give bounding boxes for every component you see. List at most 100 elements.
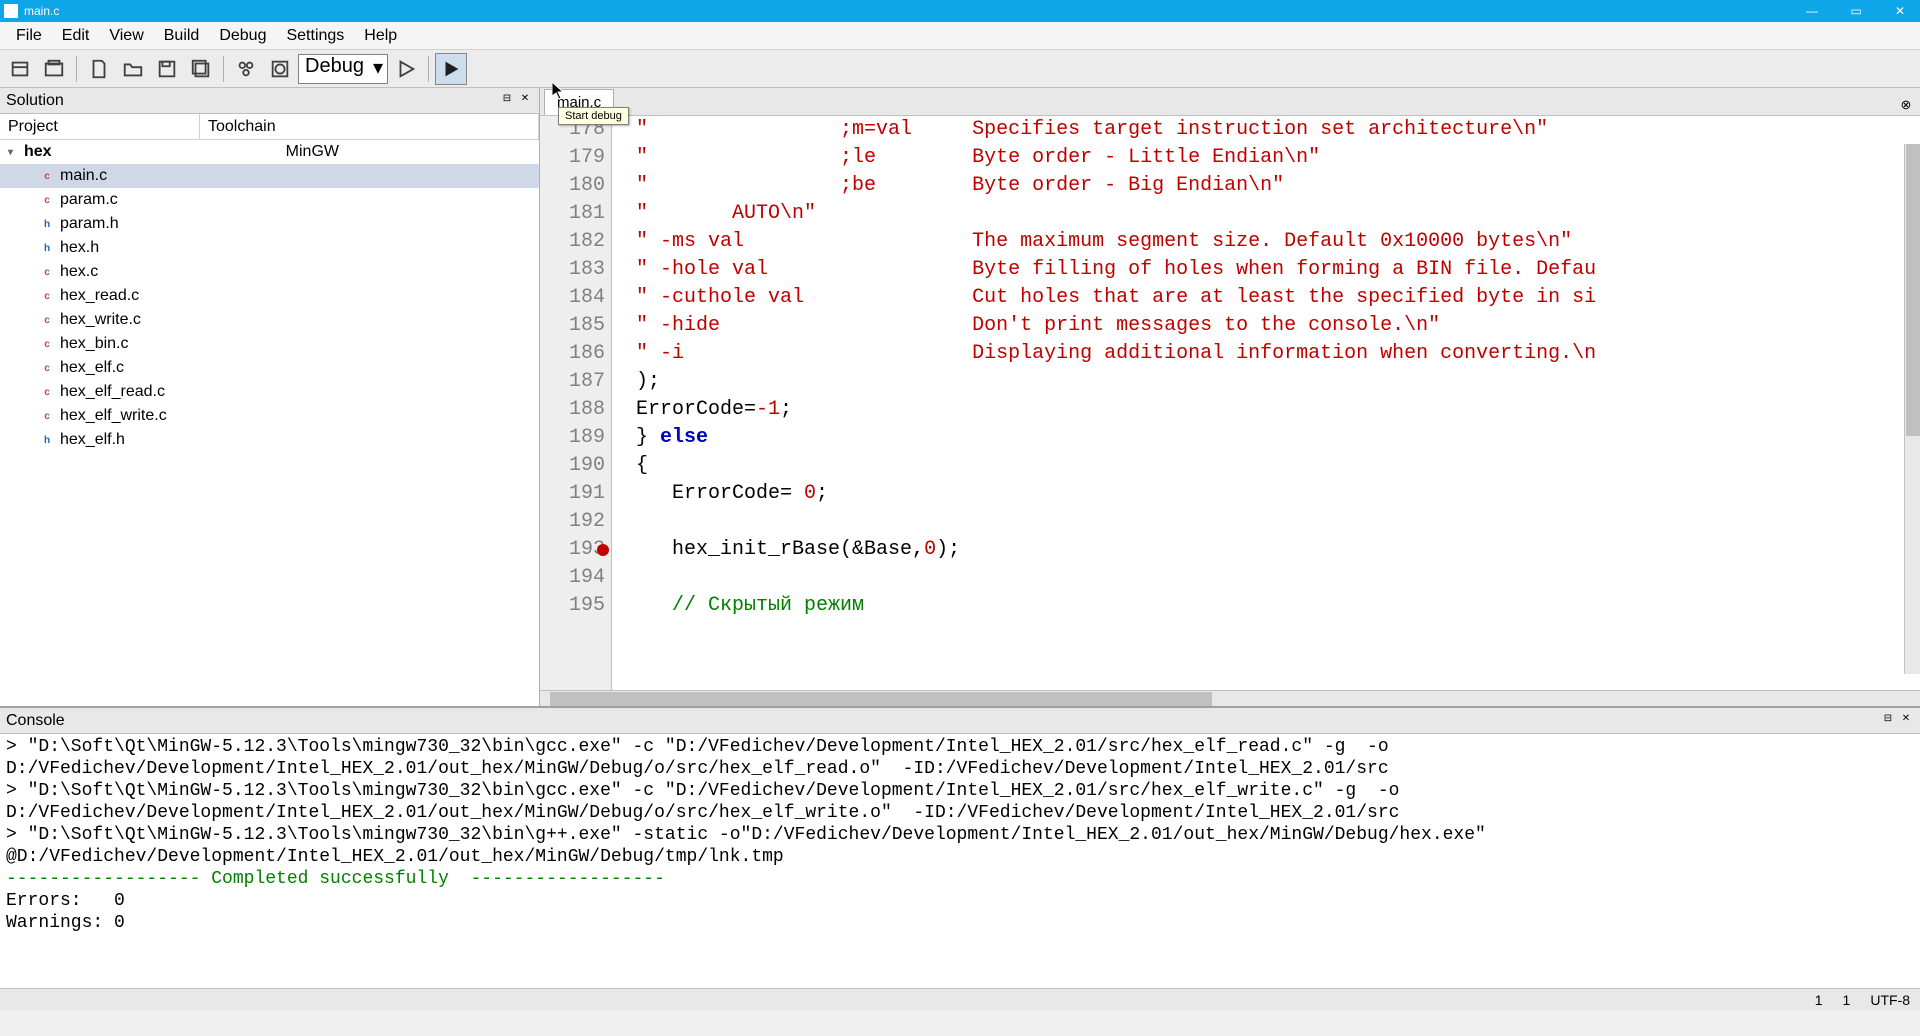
code-line[interactable]: ErrorCode=-1; bbox=[612, 396, 1920, 424]
save-button[interactable] bbox=[151, 53, 183, 85]
line-number[interactable]: 194 bbox=[540, 564, 605, 592]
line-number[interactable]: 188 bbox=[540, 396, 605, 424]
file-hex_bin-c[interactable]: chex_bin.c bbox=[0, 332, 539, 356]
code-lines[interactable]: " ;m=val Specifies target instruction se… bbox=[612, 116, 1920, 690]
breakpoint-icon[interactable] bbox=[597, 544, 609, 556]
line-number[interactable]: 192 bbox=[540, 508, 605, 536]
line-gutter[interactable]: 1781791801811821831841851861871881891901… bbox=[540, 116, 612, 690]
code-line[interactable]: // Скрытый режим bbox=[612, 592, 1920, 620]
code-view[interactable]: 1781791801811821831841851861871881891901… bbox=[540, 116, 1920, 690]
code-line[interactable]: " ;be Byte order - Big Endian\n" bbox=[612, 172, 1920, 200]
line-number[interactable]: 185 bbox=[540, 312, 605, 340]
file-hex_read-c[interactable]: chex_read.c bbox=[0, 284, 539, 308]
menu-build[interactable]: Build bbox=[154, 23, 210, 49]
code-line[interactable]: " -hide Don't print messages to the cons… bbox=[612, 312, 1920, 340]
project-root[interactable]: ▾ hex MinGW bbox=[0, 140, 539, 164]
file-hex_elf_write-c[interactable]: chex_elf_write.c bbox=[0, 404, 539, 428]
code-line[interactable]: " ;m=val Specifies target instruction se… bbox=[612, 116, 1920, 144]
code-line[interactable]: " -hole val Byte filling of holes when f… bbox=[612, 256, 1920, 284]
column-project[interactable]: Project bbox=[0, 114, 200, 139]
code-line[interactable]: ErrorCode= 0; bbox=[612, 480, 1920, 508]
file-hex_write-c[interactable]: chex_write.c bbox=[0, 308, 539, 332]
toolbar-separator bbox=[428, 56, 429, 82]
code-line[interactable] bbox=[612, 508, 1920, 536]
code-line[interactable]: ); bbox=[612, 368, 1920, 396]
line-number[interactable]: 182 bbox=[540, 228, 605, 256]
code-line[interactable]: hex_init_rBase(&Base,0); bbox=[612, 536, 1920, 564]
maximize-button[interactable]: ▭ bbox=[1840, 4, 1872, 18]
line-number[interactable]: 181 bbox=[540, 200, 605, 228]
file-hex_elf-c[interactable]: chex_elf.c bbox=[0, 356, 539, 380]
file-name: param.c bbox=[60, 191, 118, 209]
menu-edit[interactable]: Edit bbox=[52, 23, 100, 49]
new-project-button[interactable] bbox=[4, 53, 36, 85]
status-line: 1 bbox=[1815, 992, 1823, 1008]
editor-tabs: main.c ⊗ bbox=[540, 88, 1920, 116]
save-all-button[interactable] bbox=[185, 53, 217, 85]
build-button[interactable] bbox=[230, 53, 262, 85]
menu-view[interactable]: View bbox=[99, 23, 153, 49]
main-area: Solution ⊟ ✕ Project Toolchain ▾ hex Min… bbox=[0, 88, 1920, 706]
code-line[interactable]: " -cuthole val Cut holes that are at lea… bbox=[612, 284, 1920, 312]
minimize-button[interactable]: — bbox=[1796, 4, 1828, 18]
panel-close-button[interactable]: ✕ bbox=[517, 93, 533, 109]
line-number[interactable]: 186 bbox=[540, 340, 605, 368]
line-number[interactable]: 189 bbox=[540, 424, 605, 452]
start-debug-button[interactable] bbox=[435, 53, 467, 85]
line-number[interactable]: 179 bbox=[540, 144, 605, 172]
file-hex_elf_read-c[interactable]: chex_elf_read.c bbox=[0, 380, 539, 404]
console-close-button[interactable]: ✕ bbox=[1898, 713, 1914, 729]
open-file-button[interactable] bbox=[117, 53, 149, 85]
project-name: hex bbox=[24, 143, 52, 161]
close-button[interactable]: ✕ bbox=[1884, 4, 1916, 18]
panel-pin-button[interactable]: ⊟ bbox=[499, 93, 515, 109]
menu-debug[interactable]: Debug bbox=[209, 23, 276, 49]
code-line[interactable]: { bbox=[612, 452, 1920, 480]
file-name: hex.c bbox=[60, 263, 98, 281]
console-line: @D:/VFedichev/Development/Intel_HEX_2.01… bbox=[6, 846, 1914, 868]
editor-vscroll[interactable] bbox=[1904, 144, 1920, 674]
file-param-h[interactable]: hparam.h bbox=[0, 212, 539, 236]
editor-hscroll[interactable] bbox=[540, 690, 1920, 706]
run-button[interactable] bbox=[390, 53, 422, 85]
code-line[interactable] bbox=[612, 564, 1920, 592]
menu-file[interactable]: File bbox=[6, 23, 52, 49]
column-toolchain[interactable]: Toolchain bbox=[200, 114, 539, 139]
window-title: main.c bbox=[24, 4, 59, 18]
file-hex-c[interactable]: chex.c bbox=[0, 260, 539, 284]
line-number[interactable]: 187 bbox=[540, 368, 605, 396]
line-number[interactable]: 193 bbox=[540, 536, 605, 564]
rebuild-button[interactable] bbox=[264, 53, 296, 85]
build-config-select[interactable]: Debug bbox=[298, 54, 388, 84]
file-name: main.c bbox=[60, 167, 107, 185]
file-name: hex.h bbox=[60, 239, 99, 257]
c-file-icon: c bbox=[40, 409, 54, 423]
code-line[interactable]: " AUTO\n" bbox=[612, 200, 1920, 228]
solution-panel: Solution ⊟ ✕ Project Toolchain ▾ hex Min… bbox=[0, 88, 540, 706]
menu-settings[interactable]: Settings bbox=[276, 23, 354, 49]
expand-icon[interactable]: ▾ bbox=[8, 147, 20, 158]
c-file-icon: c bbox=[40, 337, 54, 351]
line-number[interactable]: 183 bbox=[540, 256, 605, 284]
file-hex_elf-h[interactable]: hhex_elf.h bbox=[0, 428, 539, 452]
code-line[interactable]: " ;le Byte order - Little Endian\n" bbox=[612, 144, 1920, 172]
console-pin-button[interactable]: ⊟ bbox=[1880, 713, 1896, 729]
editor-tab-close[interactable]: ⊗ bbox=[1896, 95, 1916, 115]
line-number[interactable]: 180 bbox=[540, 172, 605, 200]
code-line[interactable]: } else bbox=[612, 424, 1920, 452]
line-number[interactable]: 184 bbox=[540, 284, 605, 312]
line-number[interactable]: 195 bbox=[540, 592, 605, 620]
c-file-icon: c bbox=[40, 289, 54, 303]
new-file-button[interactable] bbox=[83, 53, 115, 85]
line-number[interactable]: 191 bbox=[540, 480, 605, 508]
line-number[interactable]: 190 bbox=[540, 452, 605, 480]
file-hex-h[interactable]: hhex.h bbox=[0, 236, 539, 260]
menubar: File Edit View Build Debug Settings Help bbox=[0, 22, 1920, 50]
file-main-c[interactable]: cmain.c bbox=[0, 164, 539, 188]
console-output[interactable]: > "D:\Soft\Qt\MinGW-5.12.3\Tools\mingw73… bbox=[0, 734, 1920, 988]
code-line[interactable]: " -ms val The maximum segment size. Defa… bbox=[612, 228, 1920, 256]
file-param-c[interactable]: cparam.c bbox=[0, 188, 539, 212]
code-line[interactable]: " -i Displaying additional information w… bbox=[612, 340, 1920, 368]
open-project-button[interactable] bbox=[38, 53, 70, 85]
menu-help[interactable]: Help bbox=[354, 23, 407, 49]
